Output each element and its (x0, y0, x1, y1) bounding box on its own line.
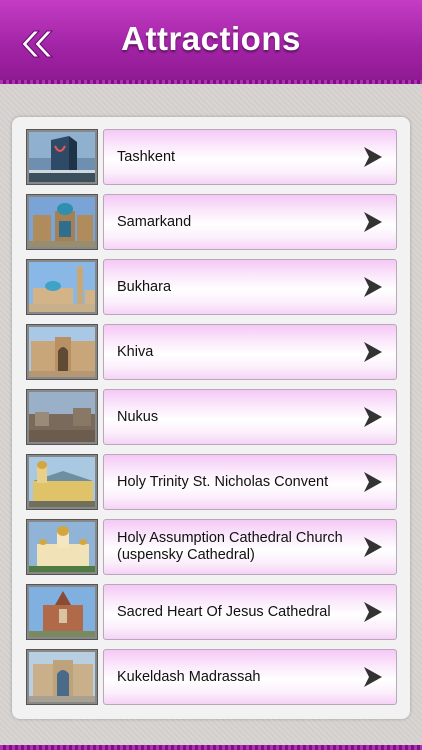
app-header: Attractions (0, 0, 422, 84)
sacred-heart-row-button[interactable]: Sacred Heart Of Jesus Cathedral (103, 584, 397, 640)
list-item-label: Holy Assumption Cathedral Church (uspens… (117, 530, 343, 563)
list-item-label: Sacred Heart Of Jesus Cathedral (117, 603, 331, 620)
holy-trinity-row-button[interactable]: Holy Trinity St. Nicholas Convent (103, 454, 397, 510)
list-item[interactable]: Samarkand (26, 194, 398, 250)
holy-trinity-thumbnail (26, 454, 98, 510)
tashkent-row-button[interactable]: Tashkent (103, 129, 397, 185)
list-item-label: Tashkent (117, 148, 176, 165)
samarkand-thumbnail (26, 194, 98, 250)
holy-assumption-thumbnail (26, 519, 98, 575)
list-item-label: Bukhara (117, 278, 172, 295)
list-item[interactable]: Tashkent (26, 129, 398, 185)
samarkand-row-button[interactable]: Samarkand (103, 194, 397, 250)
chevron-right-icon (364, 147, 382, 167)
chevron-right-icon (364, 212, 382, 232)
chevron-right-icon (364, 602, 382, 622)
page-title: Attractions (121, 20, 301, 57)
list-item-label: Khiva (117, 343, 154, 360)
kukeldash-row-button[interactable]: Kukeldash Madrassah (103, 649, 397, 705)
chevron-right-icon (364, 342, 382, 362)
tashkent-thumbnail (26, 129, 98, 185)
list-item-label: Samarkand (117, 213, 192, 230)
chevron-right-icon (364, 537, 382, 557)
khiva-thumbnail (26, 324, 98, 380)
kukeldash-thumbnail (26, 649, 98, 705)
holy-assumption-row-button[interactable]: Holy Assumption Cathedral Church (uspens… (103, 519, 397, 575)
chevron-right-icon (364, 667, 382, 687)
bukhara-thumbnail (26, 259, 98, 315)
list-item-label: Nukus (117, 408, 159, 425)
bottom-border (0, 745, 422, 750)
list-item[interactable]: Sacred Heart Of Jesus Cathedral (26, 584, 398, 640)
list-item-label: Kukeldash Madrassah (117, 668, 261, 685)
list-item[interactable]: Kukeldash Madrassah (26, 649, 398, 705)
nukus-thumbnail (26, 389, 98, 445)
list-item[interactable]: Bukhara (26, 259, 398, 315)
chevron-right-icon (364, 407, 382, 427)
list-item[interactable]: Holy Assumption Cathedral Church (uspens… (26, 519, 398, 575)
list-item-label: Holy Trinity St. Nicholas Convent (117, 473, 329, 490)
nukus-row-button[interactable]: Nukus (103, 389, 397, 445)
khiva-row-button[interactable]: Khiva (103, 324, 397, 380)
chevron-right-icon (364, 277, 382, 297)
list-item[interactable]: Nukus (26, 389, 398, 445)
list-item[interactable]: Khiva (26, 324, 398, 380)
chevron-right-icon (364, 472, 382, 492)
list-item[interactable]: Holy Trinity St. Nicholas Convent (26, 454, 398, 510)
bukhara-row-button[interactable]: Bukhara (103, 259, 397, 315)
sacred-heart-thumbnail (26, 584, 98, 640)
